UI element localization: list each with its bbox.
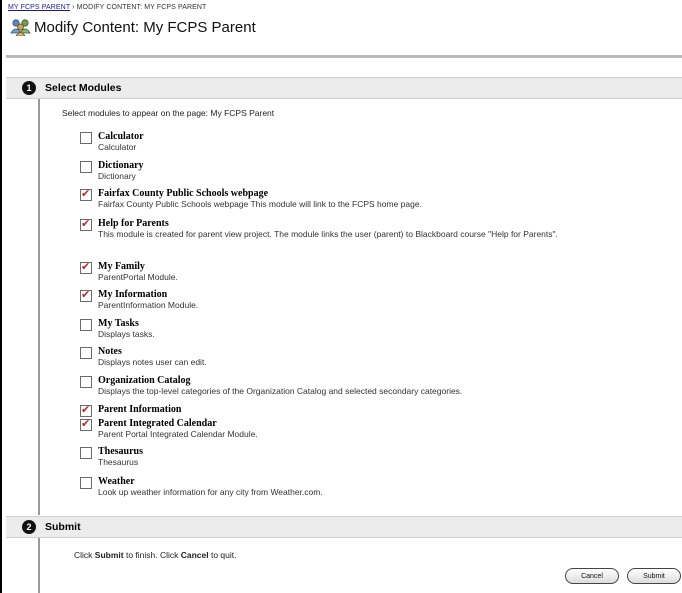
page-title: Modify Content: My FCPS Parent: [34, 18, 256, 36]
module-text: My Information ParentInformation Module.: [98, 289, 613, 310]
module-text: Thesaurus Thesaurus: [98, 446, 613, 467]
module-checkbox[interactable]: [80, 447, 92, 459]
module-name: Thesaurus: [98, 446, 144, 457]
module-description: Displays tasks.: [98, 329, 155, 339]
submit-button[interactable]: Submit: [627, 568, 681, 584]
module-description: This module is created for parent view p…: [98, 229, 558, 239]
module-item: Thesaurus Thesaurus: [80, 446, 613, 467]
module-text: Weather Look up weather information for a…: [98, 476, 613, 497]
module-text: Parent Integrated Calendar Parent Portal …: [98, 418, 613, 439]
module-checkbox[interactable]: [80, 347, 92, 359]
module-checkbox[interactable]: [80, 132, 92, 144]
page-header: Modify Content: My FCPS Parent: [10, 16, 256, 38]
module-description: Displays notes user can edit.: [98, 357, 207, 367]
step-2-number-icon: 2: [22, 520, 36, 534]
module-item: Dictionary Dictionary: [80, 160, 613, 181]
module-checkbox[interactable]: [80, 217, 92, 231]
module-checkbox[interactable]: [80, 376, 92, 388]
step-1-guide-line: [38, 99, 40, 515]
module-description: ParentPortal Module.: [98, 272, 178, 282]
module-name: My Tasks: [98, 318, 139, 329]
module-item: Organization Catalog Displays the top-lev…: [80, 375, 613, 396]
module-item: My FamilyParentPortal Module.: [80, 260, 613, 282]
module-text: Organization Catalog Displays the top-lev…: [98, 375, 613, 396]
module-item: Help for ParentsThis module is created f…: [80, 217, 613, 239]
breadcrumb-separator: ›: [72, 4, 75, 11]
module-name: My Information: [98, 289, 168, 300]
header-divider: [6, 55, 682, 58]
module-name: Fairfax County Public Schools webpage: [98, 188, 269, 199]
submit-instructions: Click Submit to finish. Click Cancel to …: [74, 550, 237, 560]
module-name: Weather: [98, 476, 135, 487]
module-name: Help for Parents: [98, 218, 169, 229]
module-item: My Tasks Displays tasks.: [80, 318, 613, 339]
module-description: Thesaurus: [98, 457, 139, 467]
module-name: My Family: [98, 261, 145, 272]
module-text: My Tasks Displays tasks.: [98, 318, 613, 339]
module-text: Dictionary Dictionary: [98, 160, 613, 181]
cancel-button[interactable]: Cancel: [565, 568, 619, 584]
module-item: Parent Integrated CalendarParent Portal …: [80, 417, 613, 439]
module-checkbox[interactable]: [80, 403, 92, 417]
module-name: Parent Information: [98, 404, 182, 415]
module-checkbox[interactable]: [80, 187, 92, 201]
instruction-text: to finish. Click: [123, 550, 181, 560]
select-modules-intro: Select modules to appear on the page: My…: [62, 108, 275, 118]
module-description: Fairfax County Public Schools webpage Th…: [98, 199, 422, 209]
module-name: Notes: [98, 346, 122, 357]
module-checkbox[interactable]: [80, 288, 92, 302]
people-group-icon: [10, 19, 31, 36]
module-name: Organization Catalog: [98, 375, 191, 386]
module-checkbox[interactable]: [80, 319, 92, 331]
step-1-label: Select Modules: [45, 82, 122, 94]
module-description: Dictionary: [98, 171, 136, 181]
step-1-header: 1 Select Modules: [6, 77, 682, 99]
instruction-text: to quit.: [208, 550, 237, 560]
module-item: Notes Displays notes user can edit.: [80, 346, 613, 367]
module-name: Dictionary: [98, 160, 144, 171]
breadcrumb-current: MODIFY CONTENT: MY FCPS PARENT: [76, 4, 207, 11]
module-checkbox[interactable]: [80, 161, 92, 173]
module-checkbox[interactable]: [80, 260, 92, 274]
module-description: Parent Portal Integrated Calendar Module…: [98, 429, 258, 439]
module-name: Calculator: [98, 131, 144, 142]
step-2-guide-line: [38, 538, 40, 593]
module-text: Notes Displays notes user can edit.: [98, 346, 613, 367]
module-item: Fairfax County Public Schools webpageFai…: [80, 187, 613, 209]
step-2-label: Submit: [45, 521, 81, 533]
module-text: Calculator Calculator: [98, 131, 613, 152]
module-description: ParentInformation Module.: [98, 300, 199, 310]
module-item: My InformationParentInformation Module.: [80, 288, 613, 310]
module-description: Displays the top-level categories of the…: [98, 386, 463, 396]
instruction-cancel-word: Cancel: [180, 550, 209, 560]
module-description: Look up weather information for any city…: [98, 487, 323, 497]
module-description: Calculator: [98, 142, 137, 152]
step-2-header: 2 Submit: [6, 516, 682, 538]
module-item: Calculator Calculator: [80, 131, 613, 152]
module-name: Parent Integrated Calendar: [98, 418, 217, 429]
breadcrumb: MY FCPS PARENT › MODIFY CONTENT: MY FCPS…: [8, 4, 206, 11]
window-left-border: [0, 0, 2, 593]
module-text: Parent Information: [98, 404, 181, 417]
module-item: Parent Information: [80, 403, 181, 417]
instruction-text: Click: [74, 550, 95, 560]
module-item: Weather Look up weather information for a…: [80, 476, 613, 497]
instruction-submit-word: Submit: [94, 550, 124, 560]
module-checkbox[interactable]: [80, 417, 92, 431]
step-1-number-icon: 1: [22, 81, 36, 95]
module-checkbox[interactable]: [80, 477, 92, 489]
breadcrumb-root-link[interactable]: MY FCPS PARENT: [8, 4, 70, 11]
module-text: Help for Parents This module is created f…: [98, 218, 613, 239]
module-text: My Family ParentPortal Module.: [98, 261, 613, 282]
module-text: Fairfax County Public Schools webpage Fai…: [98, 188, 613, 209]
